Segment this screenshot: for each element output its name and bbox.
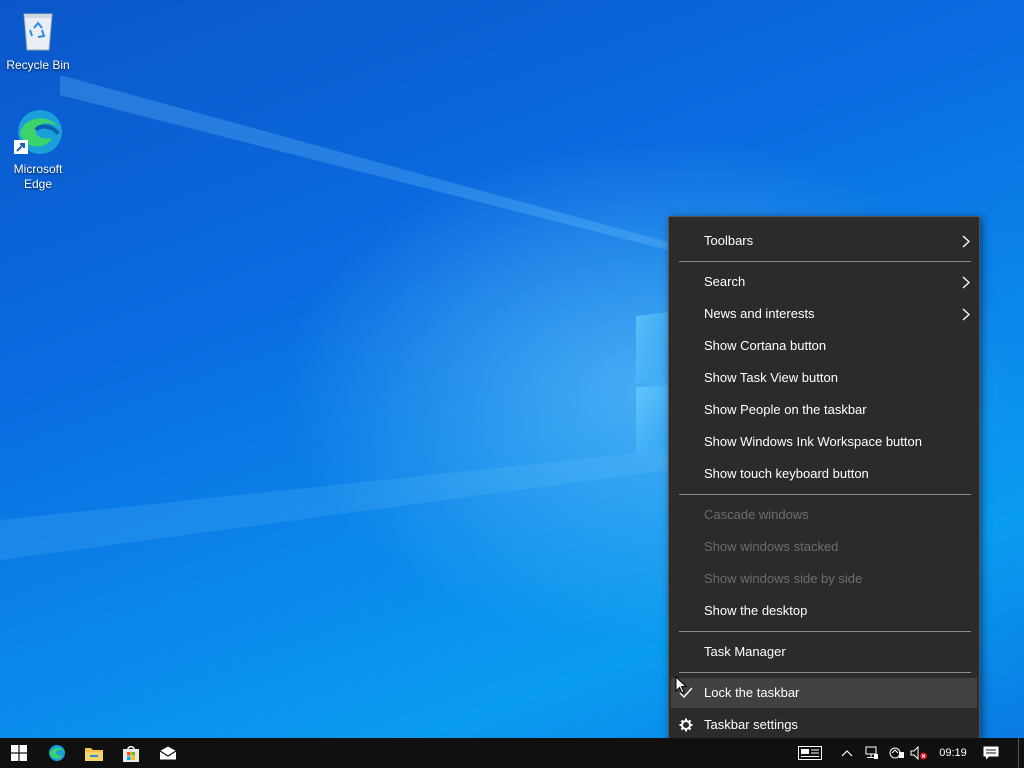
menu-item-label: Search: [704, 274, 746, 289]
desktop-icon-label: Recycle Bin: [6, 58, 70, 72]
menu-item-search[interactable]: Search: [671, 267, 977, 297]
menu-item-label: Show People on the taskbar: [704, 402, 867, 417]
tray-network[interactable]: [862, 738, 882, 768]
taskbar-microsoft-store[interactable]: [112, 738, 149, 768]
menu-item-label: Task Manager: [704, 644, 786, 659]
menu-item-show-the-desktop[interactable]: Show the desktop: [671, 596, 977, 626]
tray-show-hidden-icons[interactable]: [838, 738, 856, 768]
volume-muted-icon: [910, 746, 927, 760]
menu-item-label: Lock the taskbar: [704, 685, 800, 700]
store-icon: [122, 745, 139, 762]
desktop-icon-recycle-bin[interactable]: Recycle Bin: [0, 8, 76, 73]
taskbar-clock[interactable]: 09:19: [933, 738, 973, 768]
sync-icon: [889, 747, 904, 759]
desktop-icon-microsoft-edge[interactable]: Microsoft Edge: [0, 106, 76, 192]
menu-item-taskbar-settings[interactable]: Taskbar settings: [671, 710, 977, 740]
menu-separator: [679, 494, 971, 495]
menu-item-show-cortana-button[interactable]: Show Cortana button: [671, 331, 977, 361]
menu-item-label: Show windows stacked: [704, 539, 839, 554]
taskbar-edge[interactable]: [38, 738, 75, 768]
mouse-cursor-icon: [675, 676, 687, 694]
gear-icon: [679, 718, 693, 732]
taskbar-context-menu: Toolbars Search News and interests Show …: [668, 216, 980, 748]
menu-separator: [679, 631, 971, 632]
menu-item-label: News and interests: [704, 306, 815, 321]
chevron-right-icon: [962, 276, 970, 289]
mail-icon: [159, 746, 176, 760]
menu-item-label: Toolbars: [704, 233, 754, 248]
show-desktop-button[interactable]: [1018, 738, 1024, 768]
windows-logo-icon: [10, 745, 27, 761]
desktop-icon-label: Microsoft Edge: [13, 162, 63, 191]
menu-item-news-and-interests[interactable]: News and interests: [671, 299, 977, 329]
menu-item-show-windows-ink[interactable]: Show Windows Ink Workspace button: [671, 427, 977, 457]
menu-item-cascade-windows: Cascade windows: [671, 500, 977, 530]
menu-item-label: Cascade windows: [704, 507, 809, 522]
menu-item-label: Show Task View button: [704, 370, 838, 385]
folder-icon: [84, 747, 103, 761]
news-icon: [798, 746, 822, 760]
action-center-button[interactable]: [976, 738, 1006, 768]
tray-sync[interactable]: [884, 738, 908, 768]
action-center-icon: [983, 746, 999, 760]
edge-icon: [48, 745, 65, 761]
chevron-right-icon: [962, 308, 970, 321]
taskbar: 09:19: [0, 738, 1024, 768]
chevron-up-icon: [841, 750, 853, 757]
menu-item-label: Show touch keyboard button: [704, 466, 869, 481]
menu-item-show-windows-stacked: Show windows stacked: [671, 532, 977, 562]
menu-item-label: Show the desktop: [704, 603, 808, 618]
start-button[interactable]: [0, 738, 37, 768]
recycle-bin-icon: [23, 13, 53, 51]
network-icon: [865, 746, 878, 759]
menu-item-label: Taskbar settings: [704, 717, 798, 732]
edge-icon: [14, 110, 62, 154]
chevron-right-icon: [962, 235, 970, 248]
menu-item-show-windows-side-by-side: Show windows side by side: [671, 564, 977, 594]
taskbar-file-explorer[interactable]: [75, 738, 112, 768]
menu-item-task-manager[interactable]: Task Manager: [671, 637, 977, 667]
taskbar-mail[interactable]: [149, 738, 186, 768]
tray-news[interactable]: [796, 738, 824, 768]
menu-item-lock-the-taskbar[interactable]: Lock the taskbar: [671, 678, 977, 708]
tray-volume[interactable]: [908, 738, 930, 768]
menu-item-show-touch-keyboard[interactable]: Show touch keyboard button: [671, 459, 977, 489]
menu-separator: [679, 672, 971, 673]
menu-item-show-people[interactable]: Show People on the taskbar: [671, 395, 977, 425]
menu-item-label: Show Windows Ink Workspace button: [704, 434, 922, 449]
menu-item-label: Show windows side by side: [704, 571, 863, 586]
menu-item-show-task-view-button[interactable]: Show Task View button: [671, 363, 977, 393]
menu-item-label: Show Cortana button: [704, 338, 827, 353]
menu-item-toolbars[interactable]: Toolbars: [671, 226, 977, 256]
menu-separator: [679, 261, 971, 262]
